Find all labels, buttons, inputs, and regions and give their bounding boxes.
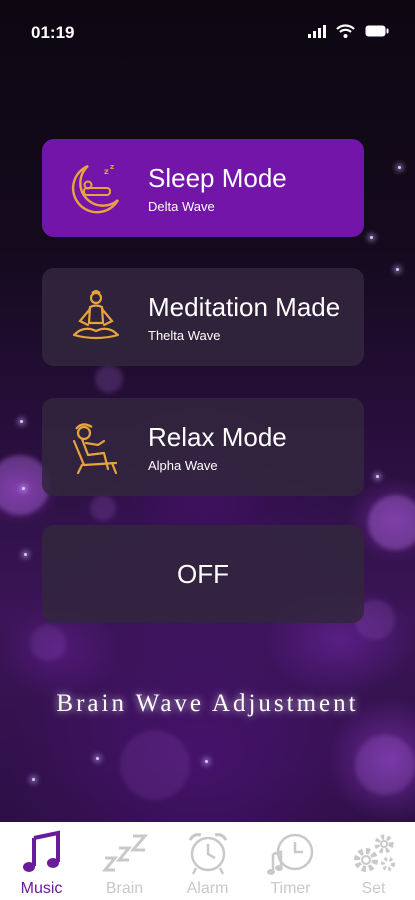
status-icons bbox=[308, 24, 389, 38]
sparkle bbox=[32, 778, 35, 781]
wifi-icon bbox=[336, 24, 355, 38]
sparkle bbox=[370, 236, 373, 239]
sparkle bbox=[205, 760, 208, 763]
mode-title: Meditation Made bbox=[148, 292, 341, 322]
off-button[interactable]: OFF bbox=[42, 525, 364, 623]
tab-label: Brain bbox=[105, 880, 144, 897]
timer-icon bbox=[266, 833, 313, 875]
tab-set[interactable]: Set bbox=[332, 822, 415, 900]
sleep-mode-card[interactable]: z z Sleep Mode Delta Wave bbox=[42, 139, 364, 237]
bokeh-light bbox=[355, 735, 415, 795]
sparkle bbox=[22, 487, 25, 490]
tab-music[interactable]: Music bbox=[0, 822, 83, 900]
mode-subtitle: Alpha Wave bbox=[148, 458, 218, 473]
brain-wave-title: Brain Wave Adjustment bbox=[56, 690, 359, 717]
bokeh-light bbox=[368, 495, 415, 550]
bokeh-light bbox=[120, 730, 190, 800]
meditation-mode-card[interactable]: Meditation Made Thelta Wave bbox=[42, 268, 364, 366]
bokeh-light bbox=[90, 495, 116, 521]
off-label: OFF bbox=[177, 558, 229, 589]
tab-label: Alarm bbox=[186, 880, 229, 897]
gear-icon bbox=[353, 834, 395, 872]
bokeh-light bbox=[95, 365, 123, 393]
sparkle bbox=[396, 268, 399, 271]
status-time: 01:19 bbox=[31, 23, 75, 42]
tab-label: Music bbox=[20, 880, 63, 897]
svg-text:z: z bbox=[110, 163, 114, 171]
tab-label: Set bbox=[361, 880, 386, 897]
zzz-icon bbox=[101, 834, 148, 872]
signal-icon bbox=[308, 24, 326, 38]
sleeping-moon-icon: z z bbox=[71, 163, 120, 214]
meditation-mode-text: Meditation Made Thelta Wave bbox=[148, 292, 340, 343]
sparkle bbox=[398, 166, 401, 169]
mode-title: Sleep Mode bbox=[148, 163, 287, 193]
sparkle bbox=[24, 553, 27, 556]
tab-bar: Music Brain Alarm Timer Set bbox=[0, 822, 415, 900]
relax-mode-text: Relax Mode Alpha Wave bbox=[148, 422, 287, 473]
status-bar: 01:19 bbox=[0, 0, 415, 64]
sleep-mode-text: Sleep Mode Delta Wave bbox=[148, 163, 287, 214]
relax-chair-icon bbox=[72, 423, 118, 475]
mode-subtitle: Delta Wave bbox=[148, 199, 215, 214]
alarm-clock-icon bbox=[188, 833, 227, 875]
svg-text:z: z bbox=[104, 167, 109, 176]
meditation-icon bbox=[72, 290, 120, 340]
tab-brain[interactable]: Brain bbox=[83, 822, 166, 900]
battery-icon bbox=[365, 25, 389, 37]
sparkle bbox=[96, 757, 99, 760]
tab-timer[interactable]: Timer bbox=[249, 822, 332, 900]
mode-subtitle: Thelta Wave bbox=[148, 328, 221, 343]
mode-title: Relax Mode bbox=[148, 422, 287, 452]
sparkle bbox=[376, 475, 379, 478]
bokeh-light bbox=[30, 625, 66, 661]
tab-label: Timer bbox=[270, 880, 311, 897]
relax-mode-card[interactable]: Relax Mode Alpha Wave bbox=[42, 398, 364, 496]
music-note-icon bbox=[22, 830, 60, 872]
tab-alarm[interactable]: Alarm bbox=[166, 822, 249, 900]
sparkle bbox=[20, 420, 23, 423]
